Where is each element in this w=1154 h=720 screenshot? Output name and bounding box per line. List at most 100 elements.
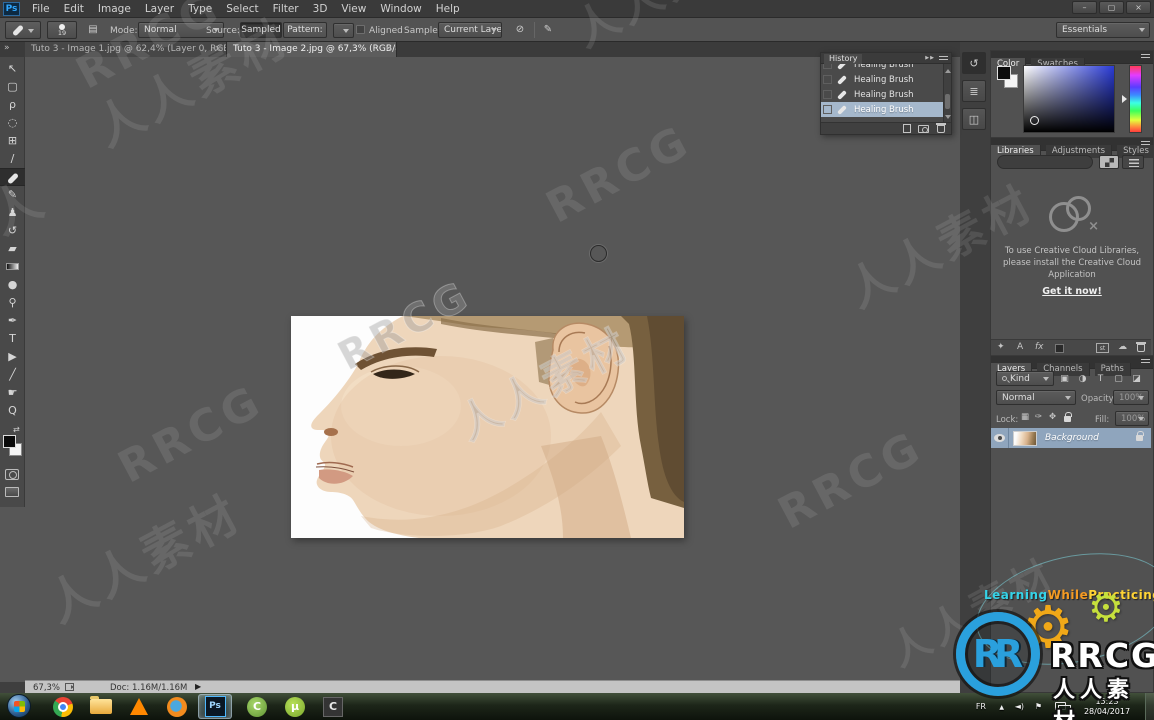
zoom-level-field[interactable]: 67,3% <box>33 683 60 693</box>
menu-select[interactable]: Select <box>226 3 258 15</box>
move-tool[interactable]: ↖ <box>0 60 25 78</box>
zoom-tool[interactable]: Q <box>0 402 25 420</box>
menu-help[interactable]: Help <box>436 3 460 15</box>
history-step[interactable]: Healing Brush <box>821 87 945 102</box>
taskbar-recorder[interactable]: C <box>316 694 350 719</box>
menu-3d[interactable]: 3D <box>313 3 328 15</box>
sync-icon[interactable]: ✦ <box>997 342 1005 352</box>
panel-menu-icon[interactable] <box>939 56 948 62</box>
stock-icon[interactable]: st <box>1096 343 1109 353</box>
screen-mode-button[interactable] <box>5 487 19 497</box>
hand-tool[interactable]: ☛ <box>0 384 25 402</box>
blend-mode-dropdown[interactable]: Normal <box>996 390 1076 405</box>
scroll-down-icon[interactable] <box>945 115 951 122</box>
path-selection-tool[interactable]: ▶ <box>0 348 25 366</box>
menu-window[interactable]: Window <box>380 3 421 15</box>
history-brush-tool[interactable]: ↺ <box>0 222 25 240</box>
ignore-adjustment-layers-icon[interactable]: ⊘ <box>512 22 528 38</box>
filter-shape-layers-icon[interactable]: ▢ <box>1111 372 1126 386</box>
menu-edit[interactable]: Edit <box>64 3 84 15</box>
status-options-icon[interactable]: ▶ <box>195 682 201 691</box>
lock-all-icon[interactable] <box>1064 412 1072 422</box>
menu-type[interactable]: Type <box>188 3 212 15</box>
layer-style-icon[interactable]: fx <box>1035 342 1044 352</box>
quick-mask-button[interactable] <box>5 469 19 480</box>
history-source-box[interactable] <box>823 105 832 114</box>
volume-icon[interactable]: ◄) <box>1015 702 1024 711</box>
language-indicator[interactable]: FR <box>976 702 986 711</box>
color-field[interactable] <box>1023 65 1115 133</box>
delete-icon[interactable] <box>1136 342 1146 352</box>
restore-button[interactable]: ▢ <box>1099 1 1124 14</box>
panel-menu-icon[interactable] <box>1141 359 1150 365</box>
show-desktop-button[interactable] <box>1145 693 1154 720</box>
eyedropper-tool[interactable]: ∕ <box>0 150 25 168</box>
layer-thumbnail[interactable] <box>1013 430 1037 446</box>
taskbar-camtasia[interactable]: C <box>240 694 274 719</box>
dock-actions-button[interactable]: ≣ <box>962 80 986 102</box>
action-center-flag-icon[interactable]: ⚑ <box>1035 702 1042 711</box>
close-tab-icon[interactable]: × <box>214 42 222 57</box>
aligned-checkbox[interactable] <box>356 25 365 34</box>
dodge-tool[interactable]: ⚲ <box>0 294 25 312</box>
foreground-color-swatch[interactable] <box>3 435 16 448</box>
brush-tool[interactable]: ✎ <box>0 186 25 204</box>
type-tool[interactable]: T <box>0 330 25 348</box>
filter-kind-dropdown[interactable]: Kind <box>996 371 1054 386</box>
close-button[interactable]: × <box>1126 1 1151 14</box>
line-tool[interactable]: ╱ <box>0 366 25 384</box>
panel-menu-icon[interactable] <box>1141 141 1150 147</box>
crop-tool[interactable]: ⊞ <box>0 132 25 150</box>
minimize-button[interactable]: – <box>1072 1 1097 14</box>
library-search-input[interactable] <box>997 155 1093 169</box>
start-button[interactable] <box>7 694 31 718</box>
dock-history-button[interactable]: ↺ <box>962 52 986 74</box>
document-tab-2[interactable]: Tuto 3 - Image 2.jpg @ 67,3% (RGB/8) * × <box>227 42 397 57</box>
filter-pixel-layers-icon[interactable]: ▣ <box>1057 372 1072 386</box>
taskbar-chrome[interactable] <box>46 694 80 719</box>
fill-value[interactable]: 100% <box>1115 411 1149 426</box>
lasso-tool[interactable]: ρ <box>0 96 25 114</box>
current-tool-button[interactable] <box>5 21 41 39</box>
color-picker-ring[interactable] <box>1030 116 1039 125</box>
taskbar-utorrent[interactable]: µ <box>278 694 312 719</box>
toggle-brush-panel-icon[interactable]: ▤ <box>84 22 102 38</box>
lock-transparency-icon[interactable]: ▦ <box>1021 412 1029 422</box>
source-sampled-button[interactable]: Sampled <box>240 22 282 38</box>
canvas-area[interactable] <box>0 57 960 682</box>
collapse-tools-icon[interactable]: » <box>4 43 10 53</box>
history-step[interactable]: Healing Brush <box>821 64 945 72</box>
scroll-up-icon[interactable] <box>945 66 951 73</box>
menu-filter[interactable]: Filter <box>273 3 299 15</box>
taskbar-clock[interactable]: 15:23 28/04/2017 <box>1076 697 1138 717</box>
workspace-switcher[interactable]: Essentials <box>1056 22 1150 38</box>
get-it-now-link[interactable]: Get it now! <box>991 286 1153 297</box>
pen-tool[interactable]: ✒ <box>0 312 25 330</box>
taskbar-vlc[interactable] <box>122 694 156 719</box>
healing-brush-tool[interactable] <box>0 168 25 186</box>
menu-file[interactable]: File <box>32 3 50 15</box>
filter-adjustment-layers-icon[interactable]: ◑ <box>1075 372 1090 386</box>
show-hidden-icons[interactable]: ▲ <box>999 704 1004 711</box>
dock-comps-button[interactable]: ◫ <box>962 108 986 130</box>
character-style-icon[interactable]: A <box>1017 342 1023 352</box>
grid-view-button[interactable] <box>1099 155 1119 169</box>
taskbar-firefox[interactable] <box>160 694 194 719</box>
foreground-color-swatch[interactable] <box>997 66 1011 80</box>
menu-layer[interactable]: Layer <box>145 3 174 15</box>
history-source-box[interactable] <box>823 75 832 84</box>
taskbar-explorer[interactable] <box>84 694 118 719</box>
history-source-box[interactable] <box>823 90 832 99</box>
document-image[interactable] <box>291 316 684 538</box>
history-scrollbar[interactable] <box>943 64 951 124</box>
panel-menu-icon[interactable] <box>1141 54 1150 60</box>
lock-pixels-icon[interactable]: ✑ <box>1035 412 1042 422</box>
eraser-tool[interactable]: ▰ <box>0 240 25 258</box>
history-source-box[interactable] <box>823 64 832 69</box>
list-view-button[interactable] <box>1122 155 1144 169</box>
sample-dropdown[interactable]: Current Layer <box>438 22 502 38</box>
collapse-panel-icon[interactable]: ▶▶ <box>925 55 935 61</box>
layer-visibility-cell[interactable] <box>991 428 1009 448</box>
scrollbar-thumb[interactable] <box>945 94 950 109</box>
delete-state-icon[interactable] <box>936 123 946 133</box>
